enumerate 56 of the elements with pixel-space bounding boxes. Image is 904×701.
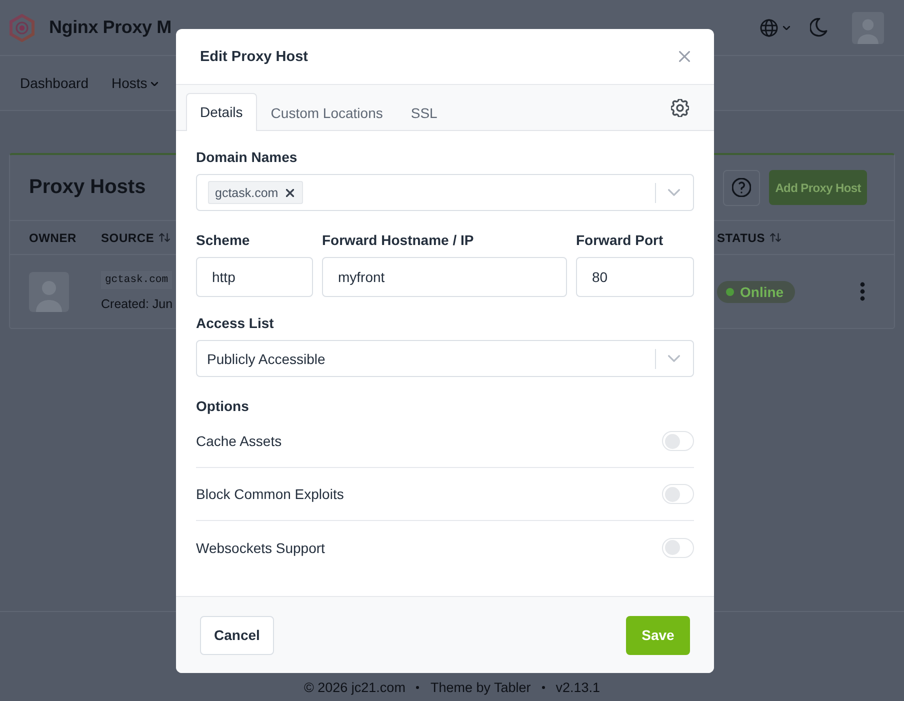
field-label: Access List bbox=[196, 315, 275, 332]
user-avatar-icon[interactable] bbox=[852, 12, 884, 44]
domain-tag: gctask.com bbox=[208, 181, 304, 204]
footer-text: Theme by Tabler bbox=[430, 680, 531, 696]
field-label: Domain Names bbox=[196, 149, 298, 166]
more-icon[interactable] bbox=[860, 282, 864, 301]
chevron-down-icon[interactable] bbox=[668, 189, 680, 196]
close-icon[interactable] bbox=[286, 188, 294, 196]
sort-icon bbox=[770, 233, 782, 242]
tab[interactable]: Details bbox=[186, 93, 257, 131]
option-label: Cache Assets bbox=[196, 433, 282, 449]
status-dot-icon bbox=[726, 288, 734, 296]
section-label: Options bbox=[196, 398, 250, 415]
column-header[interactable]: STATUS bbox=[717, 230, 782, 244]
field-label: Scheme bbox=[196, 232, 251, 249]
hexagon-logo-icon[interactable] bbox=[8, 14, 36, 42]
toggle-switch[interactable] bbox=[662, 431, 694, 451]
chevron-down-icon[interactable] bbox=[668, 355, 680, 362]
toggle-switch[interactable] bbox=[662, 484, 694, 504]
column-header: OWNER bbox=[29, 230, 76, 244]
help-button[interactable] bbox=[723, 170, 760, 206]
app-title: Nginx Proxy M bbox=[49, 17, 172, 38]
caret-icon[interactable] bbox=[783, 26, 790, 30]
globe-icon[interactable] bbox=[760, 18, 778, 36]
created-date: Created: Jun bbox=[101, 296, 173, 312]
access-list-select[interactable]: Publicly Accessible bbox=[196, 340, 694, 377]
domain-name: gctask.com bbox=[101, 271, 172, 289]
moon-icon[interactable] bbox=[810, 18, 828, 37]
bullet-icon bbox=[542, 686, 545, 689]
footer-text: v2.13.1 bbox=[556, 680, 600, 696]
bullet-icon bbox=[416, 686, 420, 689]
scheme-input[interactable]: http bbox=[196, 257, 313, 297]
toggle-switch[interactable] bbox=[662, 538, 694, 558]
field-label: Forward Port bbox=[576, 232, 664, 249]
nav-link[interactable]: Dashboard bbox=[20, 75, 88, 91]
footer-text: © 2026 jc21.com bbox=[304, 680, 406, 696]
add-proxy-host-button[interactable]: Add Proxy Host bbox=[769, 170, 867, 205]
option-label: Block Common Exploits bbox=[196, 486, 344, 502]
tab[interactable]: Custom Locations bbox=[256, 94, 397, 131]
field-label: Forward Hostname / IP bbox=[322, 232, 475, 249]
user-avatar-icon bbox=[29, 272, 69, 312]
status-badge: Online bbox=[717, 280, 795, 302]
question-icon bbox=[732, 178, 752, 197]
cancel-button[interactable]: Cancel bbox=[200, 616, 274, 654]
nav-link[interactable]: Hosts bbox=[112, 75, 158, 91]
domain-names-select[interactable]: gctask.com bbox=[196, 174, 694, 211]
forward-port-input[interactable]: 80 bbox=[576, 257, 694, 297]
caret-icon bbox=[151, 82, 158, 86]
forward-hostname-input[interactable]: myfront bbox=[322, 257, 567, 297]
settings-icon[interactable] bbox=[671, 98, 689, 116]
column-header[interactable]: SOURCE bbox=[101, 230, 170, 244]
modal-title: Edit Proxy Host bbox=[200, 48, 308, 64]
card-title: Proxy Hosts bbox=[29, 176, 146, 199]
option-label: Websockets Support bbox=[196, 540, 325, 556]
sort-icon bbox=[159, 233, 170, 242]
tab[interactable]: SSL bbox=[396, 94, 452, 131]
